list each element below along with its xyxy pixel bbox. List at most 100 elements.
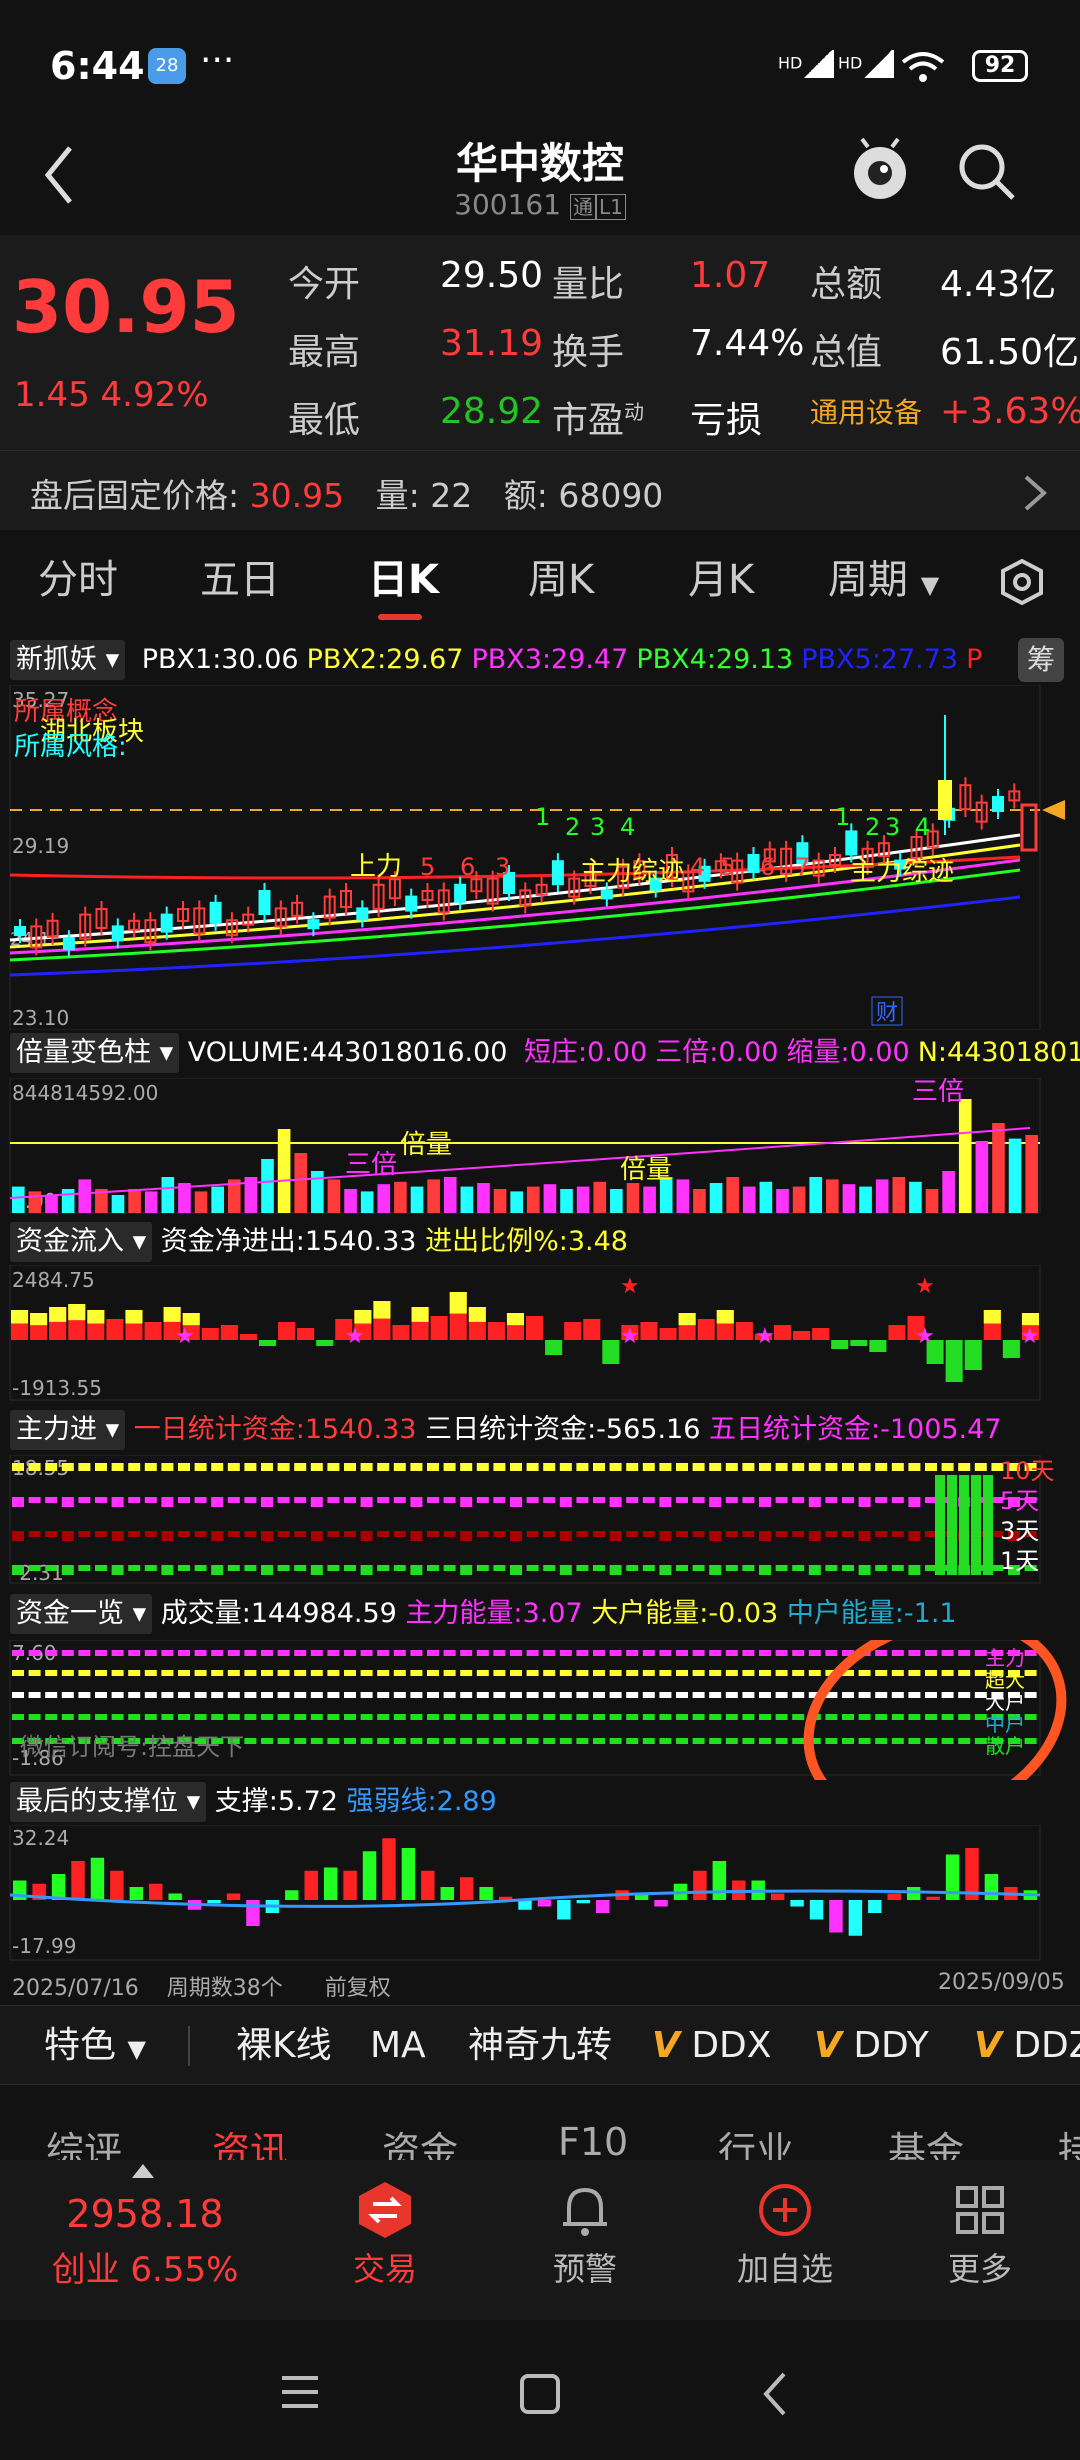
fund-segment xyxy=(659,1650,672,1656)
more-button[interactable]: 更多 xyxy=(910,2160,1050,2290)
fund-segment xyxy=(310,1531,323,1541)
fund-segment xyxy=(775,1463,788,1471)
fund-segment xyxy=(526,1463,539,1471)
fund-overview-dropdown[interactable]: 资金一览 ▾ xyxy=(10,1594,153,1634)
indicator-ma[interactable]: MA xyxy=(370,2006,426,2086)
support-dropdown[interactable]: 最后的支撑位 ▾ xyxy=(10,1782,207,1822)
subtab-holding[interactable]: 持 xyxy=(1058,2120,1080,2160)
fund-segment xyxy=(161,1714,174,1720)
add-watchlist-button[interactable]: 加自选 xyxy=(715,2160,855,2290)
fund-segment xyxy=(427,1692,439,1698)
fund-segment xyxy=(742,1692,755,1698)
indicator-ddx[interactable]: V DDX xyxy=(652,2006,771,2086)
star-marker-icon: ★ xyxy=(915,1324,935,1349)
subtab-industry[interactable]: 行业 xyxy=(718,2120,794,2160)
subtab-news[interactable]: 资讯 xyxy=(212,2120,288,2160)
quote-panel: 30.95 1.45 4.92% 今开 29.50 量比 1.07 总额 4.43亿 最高 3… xyxy=(0,235,1080,450)
fund-segment xyxy=(310,1463,323,1471)
fund-segment xyxy=(194,1497,207,1503)
fund-segment xyxy=(95,1670,107,1676)
alert-button[interactable]: 预警 xyxy=(515,2160,655,2290)
main-in-dropdown[interactable]: 主力进 ▾ xyxy=(10,1410,126,1450)
support-bar xyxy=(304,1870,318,1900)
index-value[interactable]: 2958.18 xyxy=(20,2192,270,2236)
back-nav-icon[interactable] xyxy=(760,2370,790,2418)
fund-segment xyxy=(443,1714,456,1720)
main-chart-header: 新抓妖 ▾ PBX1:30.06 PBX2:29.67 PBX3:29.47 PBX4… xyxy=(10,640,1080,680)
volume-chart[interactable]: 844814592.000.00三倍倍量倍量三倍 xyxy=(0,1078,1080,1218)
support-bar xyxy=(168,1893,182,1900)
fund-segment xyxy=(510,1692,522,1698)
fund-segment xyxy=(476,1738,489,1744)
fund-segment xyxy=(294,1497,307,1503)
fund-segment xyxy=(858,1565,871,1575)
fund-segment xyxy=(28,1565,41,1571)
main-in-chart[interactable]: 18.55-2.3110天5天3天1天 xyxy=(0,1455,1080,1585)
sequence-number: 3 xyxy=(590,813,605,841)
fund-segment xyxy=(510,1650,522,1656)
fund-segment xyxy=(543,1714,556,1720)
indicator-magic-nine[interactable]: 神奇九转 xyxy=(468,2006,612,2086)
index-label[interactable]: 创业 6.55% xyxy=(20,2242,270,2291)
fund-segment xyxy=(178,1650,190,1656)
settings-hexagon-icon[interactable] xyxy=(998,558,1046,606)
fund-segment xyxy=(393,1692,406,1698)
volume-bar xyxy=(842,1184,856,1213)
fund-segment xyxy=(775,1565,788,1571)
fund-segment xyxy=(211,1463,224,1471)
after-hours-row[interactable]: 盘后固定价格: 30.95 量: 22 额: 68090 xyxy=(0,450,1080,530)
support-chart[interactable]: 32.24 -17.99 xyxy=(0,1825,1080,1965)
fund-flow-chart[interactable]: 2484.75 -1913.55 ★ ★ ★ ★ ★ ★ ★ ★ xyxy=(0,1265,1080,1405)
menu-icon[interactable] xyxy=(280,2372,320,2412)
indicator-ddy[interactable]: V DDY xyxy=(814,2006,929,2086)
chip-distribution-button[interactable]: 筹 xyxy=(1018,638,1064,682)
fund-segment xyxy=(642,1531,655,1537)
fund-segment xyxy=(792,1670,805,1676)
fund-segment xyxy=(559,1650,572,1656)
fund-segment xyxy=(327,1497,340,1503)
fund-overview-chart[interactable]: 7.60-1.86微信订阅号:控盘天下主力超大大户中户散户 xyxy=(0,1640,1080,1780)
fund-segment xyxy=(858,1714,871,1720)
fund-segment xyxy=(1024,1692,1037,1698)
fund-segment xyxy=(891,1692,904,1698)
tab-intraday[interactable]: 分时 xyxy=(38,530,118,630)
indicator-bare-k[interactable]: 裸K线 xyxy=(236,2006,332,2086)
search-icon[interactable] xyxy=(955,140,1019,204)
flow-bar-top xyxy=(373,1301,391,1319)
flow-indicator-dropdown[interactable]: 资金流入 ▾ xyxy=(10,1222,153,1262)
subtab-fund[interactable]: 基金 xyxy=(888,2120,964,2160)
tab-five-day[interactable]: 五日 xyxy=(200,530,280,630)
fund-segment xyxy=(759,1650,771,1656)
indicator-special-dropdown[interactable]: 特色 ▼ xyxy=(44,2006,146,2086)
home-icon[interactable] xyxy=(518,2372,562,2416)
fund-segment xyxy=(327,1738,340,1744)
fund-segment xyxy=(178,1565,190,1571)
chart-footer-info: 2025/07/16 周期数38个 前复权 xyxy=(12,1970,391,2002)
quote-value: 28.92 xyxy=(440,391,544,432)
fund-segment xyxy=(908,1650,921,1656)
main-indicator-dropdown[interactable]: 新抓妖 ▾ xyxy=(10,640,126,680)
fund-segment xyxy=(792,1497,805,1503)
candlestick-chart[interactable]: 35.2729.1923.1024.1所属概念湖北板块所属风格:1 2 3 4 1 2 3 4… xyxy=(0,685,1080,1030)
subtab-f10[interactable]: F10 xyxy=(558,2120,628,2160)
indicator-ddz[interactable]: V DDZ xyxy=(974,2006,1080,2086)
robot-assistant-icon[interactable] xyxy=(848,135,912,205)
flow-bar-top xyxy=(11,1310,29,1324)
trade-icon xyxy=(359,2182,411,2238)
tab-period-dropdown[interactable]: 周期 ▼ xyxy=(828,530,939,630)
fund-segment xyxy=(775,1650,788,1656)
subtab-funds[interactable]: 资金 xyxy=(382,2120,458,2160)
fund-segment xyxy=(642,1714,655,1720)
fund-segment xyxy=(78,1670,91,1676)
trade-button[interactable]: 交易 xyxy=(315,2160,455,2290)
tab-monthly-k[interactable]: 月K xyxy=(688,530,754,630)
fund-segment xyxy=(294,1670,307,1676)
tab-weekly-k[interactable]: 周K xyxy=(528,530,594,630)
fund-segment xyxy=(261,1738,273,1744)
volume-bar xyxy=(643,1186,656,1213)
subtab-overview[interactable]: 综评 xyxy=(46,2120,122,2160)
volume-bar xyxy=(992,1123,1005,1213)
fund-segment xyxy=(609,1714,622,1720)
status-time: 6:44 xyxy=(50,44,145,88)
volume-indicator-dropdown[interactable]: 倍量变色柱 ▾ xyxy=(10,1033,180,1073)
